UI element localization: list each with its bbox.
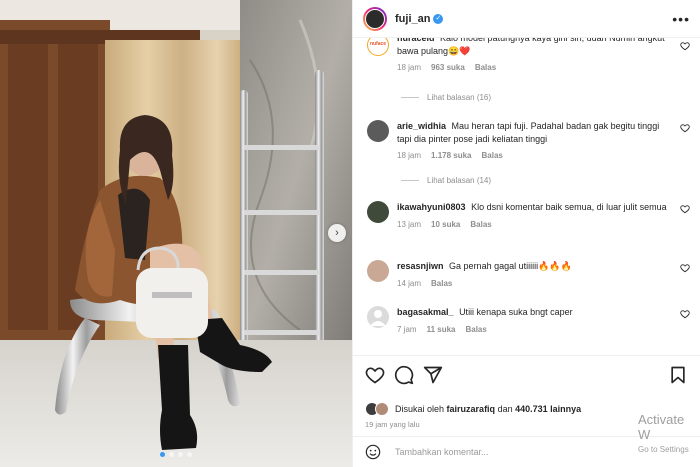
commenter-avatar[interactable] bbox=[367, 201, 389, 223]
comment-time: 18 jam bbox=[397, 63, 422, 72]
commenter-avatar[interactable] bbox=[367, 120, 389, 142]
comment-time: 18 jam bbox=[397, 151, 422, 160]
more-options-icon[interactable]: ••• bbox=[672, 11, 690, 27]
comment-username[interactable]: resasnjiwn bbox=[397, 261, 444, 271]
reply-button[interactable]: Balas bbox=[475, 62, 496, 75]
post-image bbox=[0, 0, 352, 467]
likes-summary: Disukai oleh fairuzarafiq dan 440.731 la… bbox=[365, 402, 688, 416]
commenter-avatar-logo-text: nuface bbox=[369, 41, 387, 47]
heart-icon[interactable] bbox=[680, 204, 690, 214]
comment-text: Klo dsni komentar baik semua, di luar ju… bbox=[471, 202, 667, 212]
comment-text: Utiii kenapa suka bngt caper bbox=[459, 307, 573, 317]
comment-username[interactable]: bagasakmal_ bbox=[397, 307, 454, 317]
carousel-next-button[interactable]: › bbox=[328, 224, 346, 242]
comments-list[interactable]: nuface nuraceld Kalo model patungnya kay… bbox=[353, 38, 700, 354]
comment-text: Kalo model patungnya kaya gini sih, udah… bbox=[397, 38, 665, 56]
comment-meta: 7 jam 11 suka Balas bbox=[397, 324, 676, 337]
author-avatar[interactable] bbox=[363, 6, 387, 31]
comment-username[interactable]: ikawahyuni0803 bbox=[397, 202, 466, 212]
comment-meta: 14 jam Balas bbox=[397, 278, 676, 291]
comment-item: nuface nuraceld Kalo model patungnya kay… bbox=[367, 38, 692, 75]
view-replies-label: Lihat balasan (14) bbox=[427, 176, 492, 185]
commenter-avatar[interactable] bbox=[367, 306, 389, 328]
comment-username[interactable]: arie_widhia bbox=[397, 121, 446, 131]
post-actions: Disukai oleh fairuzarafiq dan 440.731 la… bbox=[353, 355, 700, 429]
comment-time: 13 jam bbox=[397, 219, 422, 229]
comment-item: bagasakmal_ Utiii kenapa suka bngt caper… bbox=[367, 306, 692, 336]
carousel-dot bbox=[178, 452, 183, 457]
liker-avatars bbox=[365, 402, 391, 416]
comment-like-count[interactable]: 10 suka bbox=[431, 219, 460, 232]
reply-button[interactable]: Balas bbox=[470, 219, 491, 232]
likes-username[interactable]: fairuzarafiq bbox=[447, 404, 496, 414]
emoji-icon[interactable] bbox=[365, 444, 381, 460]
carousel-dot bbox=[187, 452, 192, 457]
post-photo[interactable]: › bbox=[0, 0, 352, 467]
likes-joiner: dan bbox=[497, 404, 513, 414]
comment-time: 7 jam bbox=[397, 324, 417, 334]
heart-icon[interactable] bbox=[680, 263, 690, 273]
chevron-right-icon: › bbox=[335, 227, 339, 239]
replies-divider bbox=[401, 97, 419, 98]
comment-username[interactable]: nuraceld bbox=[397, 38, 435, 43]
comment-text: Ga pernah gagal utiiiiii🔥🔥🔥 bbox=[449, 261, 572, 271]
view-replies-button[interactable]: Lihat balasan (14) bbox=[401, 176, 491, 185]
comment-input[interactable] bbox=[395, 447, 595, 457]
comment-like-count[interactable]: 11 suka bbox=[427, 324, 456, 337]
post-header: fuji_an ✓ ••• bbox=[353, 0, 700, 38]
reply-button[interactable]: Balas bbox=[482, 150, 503, 163]
add-comment-bar bbox=[353, 436, 700, 467]
likes-prefix: Disukai oleh bbox=[395, 404, 445, 414]
comment-meta: 18 jam 1.178 suka Balas bbox=[397, 150, 676, 163]
post-side-panel: fuji_an ✓ ••• nuface nuraceld Kalo model… bbox=[352, 0, 700, 467]
bookmark-icon[interactable] bbox=[668, 365, 688, 385]
comment-like-count[interactable]: 1.178 suka bbox=[431, 150, 471, 163]
heart-icon[interactable] bbox=[680, 309, 690, 319]
comment-item: resasnjiwn Ga pernah gagal utiiiiii🔥🔥🔥 1… bbox=[367, 260, 692, 290]
reply-button[interactable]: Balas bbox=[431, 278, 452, 291]
comment-icon[interactable] bbox=[394, 365, 414, 385]
author-username[interactable]: fuji_an bbox=[395, 13, 430, 25]
comment-meta: 13 jam 10 suka Balas bbox=[397, 219, 676, 232]
replies-divider bbox=[401, 180, 419, 181]
default-avatar-icon bbox=[370, 310, 386, 326]
comment-time: 14 jam bbox=[397, 278, 422, 288]
carousel-indicator bbox=[0, 452, 352, 457]
share-icon[interactable] bbox=[423, 365, 443, 385]
comment-item: arie_widhia Mau heran tapi fuji. Padahal… bbox=[367, 120, 692, 163]
carousel-dot bbox=[160, 452, 165, 457]
likes-count[interactable]: 440.731 lainnya bbox=[515, 404, 581, 414]
view-replies-label: Lihat balasan (16) bbox=[427, 93, 492, 102]
heart-icon[interactable] bbox=[365, 365, 385, 385]
reply-button[interactable]: Balas bbox=[465, 324, 486, 337]
action-icons bbox=[365, 364, 688, 386]
view-replies-button[interactable]: Lihat balasan (16) bbox=[401, 93, 491, 102]
heart-icon[interactable] bbox=[680, 123, 690, 133]
comment-meta: 18 jam 963 suka Balas bbox=[397, 62, 676, 75]
post-timestamp: 19 jam yang lalu bbox=[365, 420, 420, 429]
comment-like-count[interactable]: 963 suka bbox=[431, 62, 465, 75]
verified-badge-icon: ✓ bbox=[433, 13, 444, 24]
heart-icon[interactable] bbox=[680, 41, 690, 51]
carousel-dot bbox=[169, 452, 174, 457]
commenter-avatar[interactable]: nuface bbox=[367, 38, 389, 56]
commenter-avatar[interactable] bbox=[367, 260, 389, 282]
comment-item: ikawahyuni0803 Klo dsni komentar baik se… bbox=[367, 201, 692, 231]
